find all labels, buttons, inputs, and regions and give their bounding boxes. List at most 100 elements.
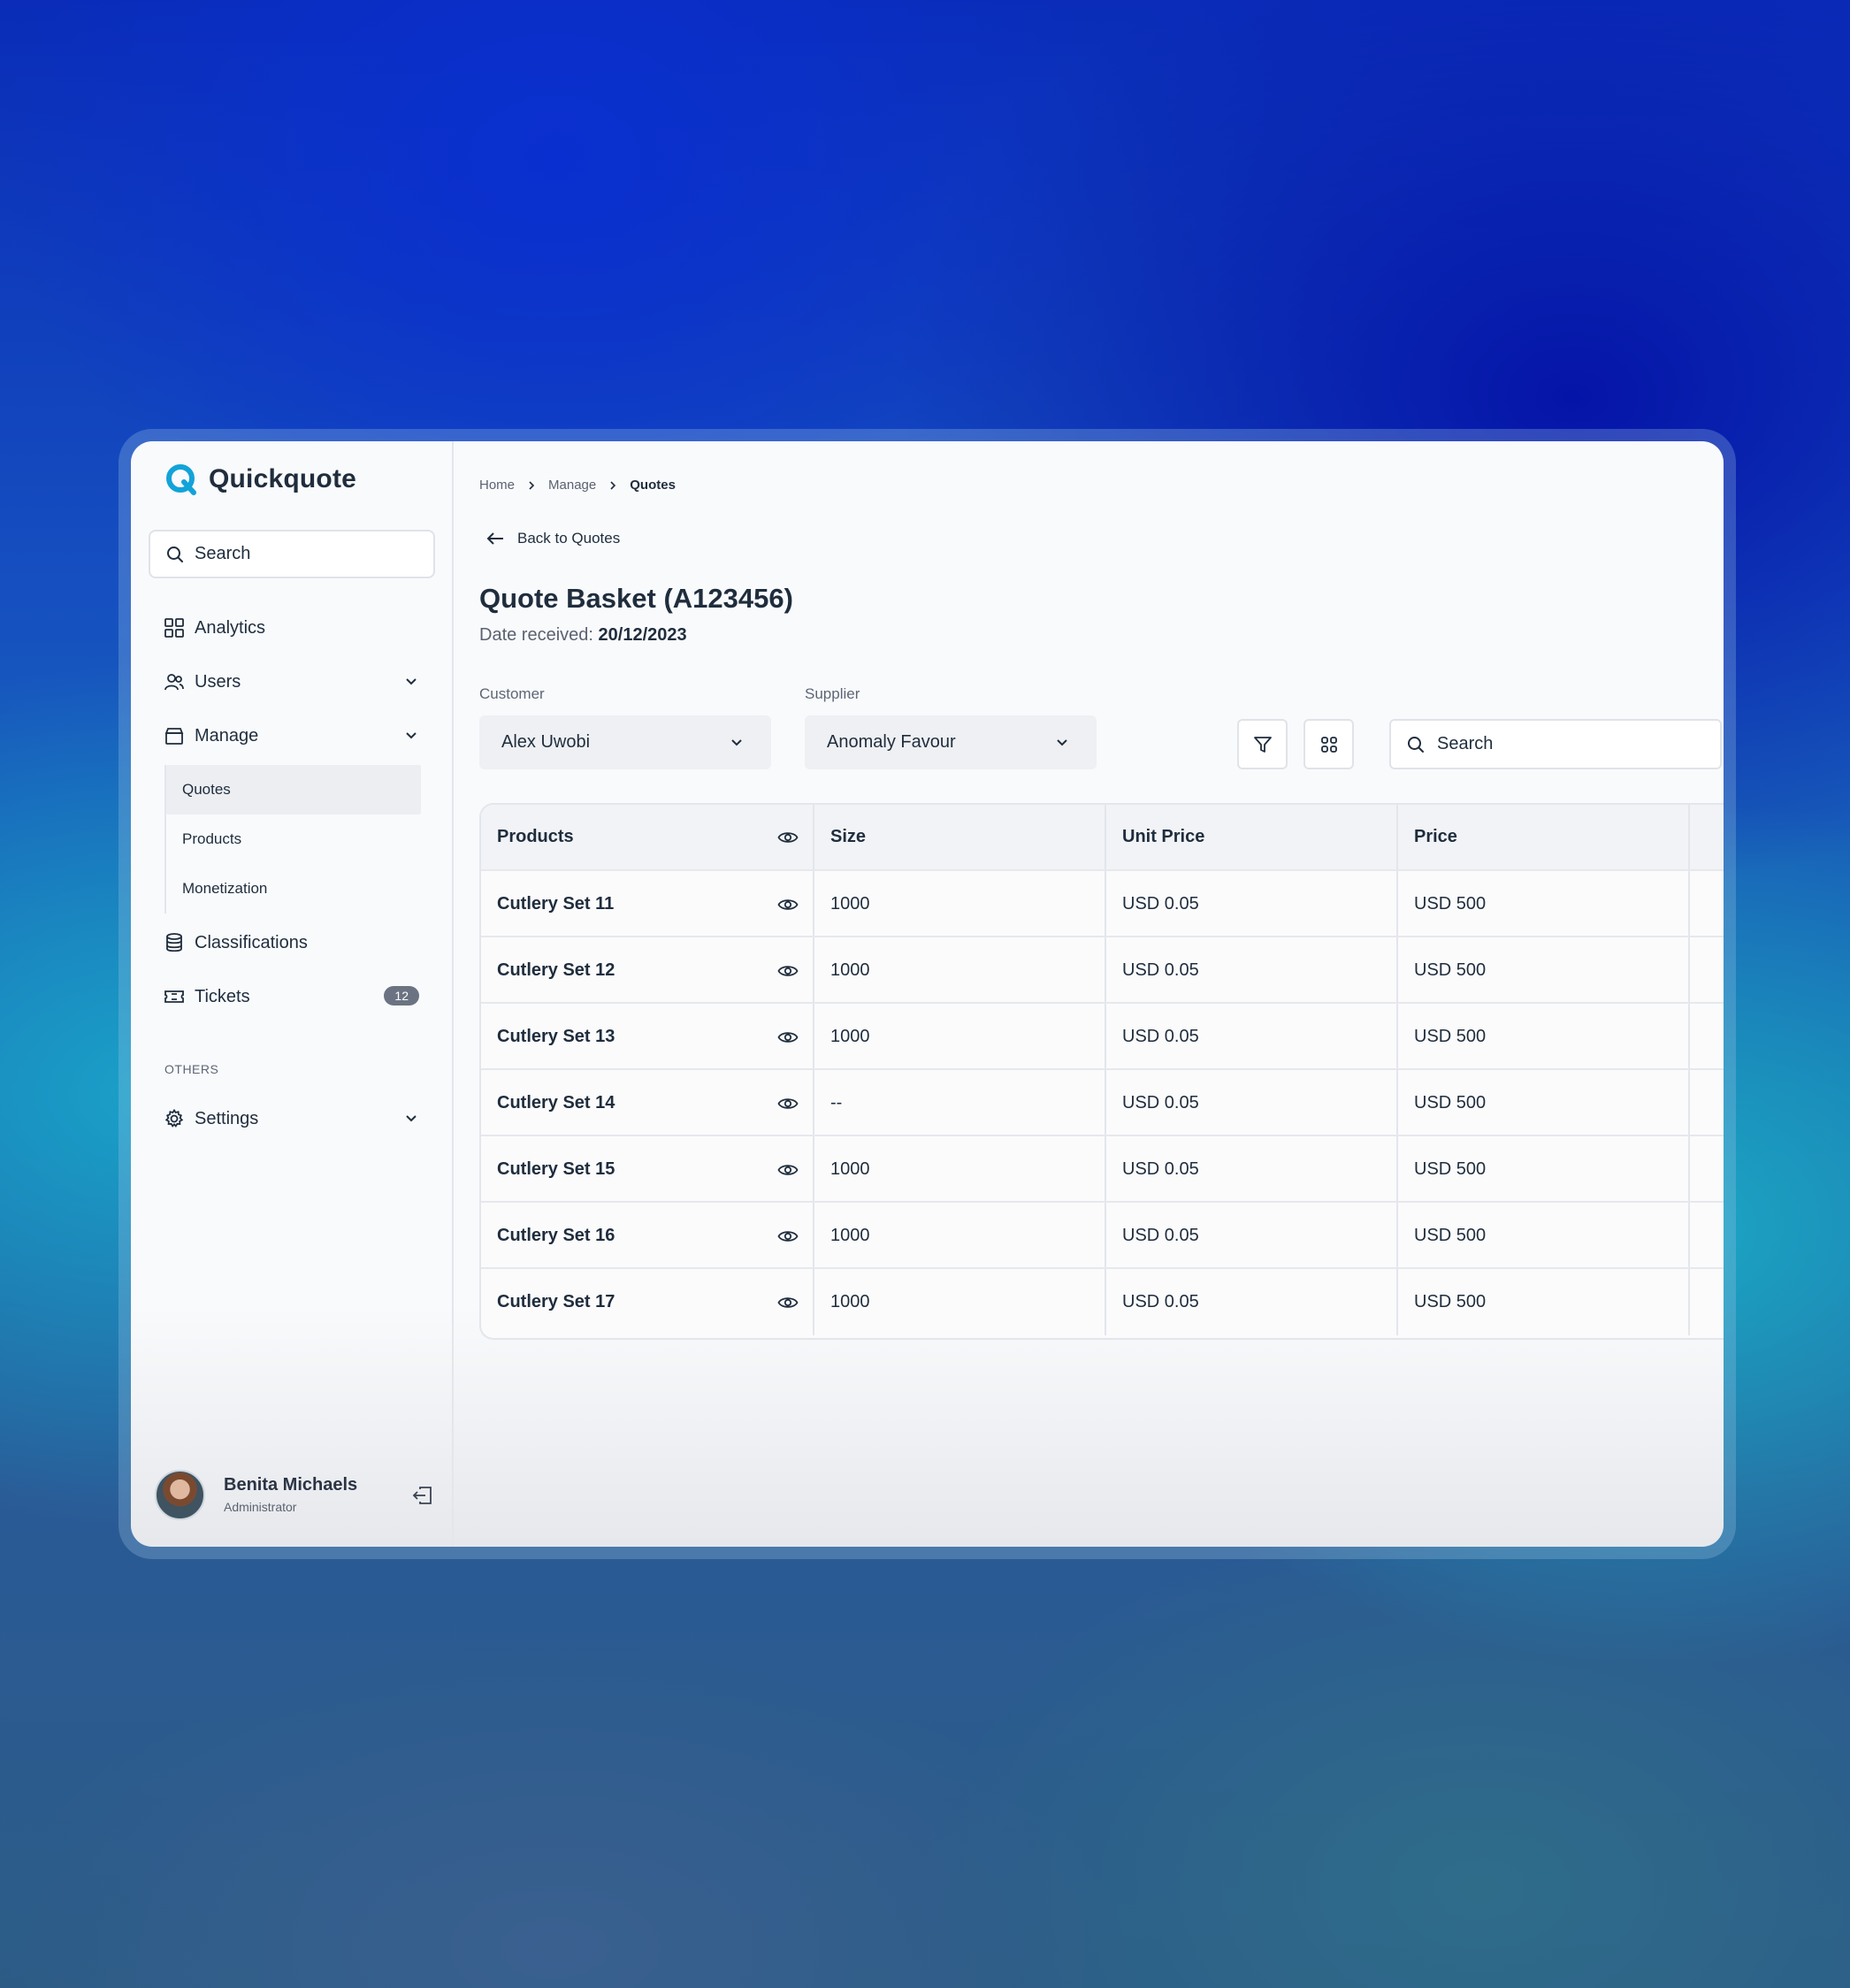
brand[interactable]: Quickquote xyxy=(164,463,356,496)
overflow-cell xyxy=(1688,1070,1724,1136)
page-title: Quote Basket (A123456) xyxy=(479,583,793,614)
size-cell: 1000 xyxy=(813,1004,1105,1070)
breadcrumb-home[interactable]: Home xyxy=(479,478,515,493)
sidebar-item-settings[interactable]: Settings xyxy=(164,1101,419,1136)
column-header-unit-price[interactable]: Unit Price xyxy=(1105,805,1396,869)
eye-icon[interactable] xyxy=(777,960,799,982)
breadcrumb-manage[interactable]: Manage xyxy=(548,478,596,493)
product-name[interactable]: Cutlery Set 15 xyxy=(497,1159,615,1180)
date-received-label: Date received: xyxy=(479,625,593,645)
user-profile: Benita Michaels Administrator xyxy=(155,1470,434,1523)
grid-view-button[interactable] xyxy=(1303,719,1354,769)
eye-icon[interactable] xyxy=(777,1093,799,1114)
product-cell: Cutlery Set 16 xyxy=(481,1203,813,1269)
column-header-products[interactable]: Products xyxy=(481,805,813,869)
table-row[interactable]: Cutlery Set 11 1000 USD 0.05 USD 500 xyxy=(481,869,1724,937)
eye-icon[interactable] xyxy=(777,1159,799,1181)
product-name[interactable]: Cutlery Set 13 xyxy=(497,1027,615,1047)
table-row[interactable]: Cutlery Set 14 -- USD 0.05 USD 500 xyxy=(481,1068,1724,1136)
sidebar-item-label: Classifications xyxy=(195,932,308,952)
supplier-value: Anomaly Favour xyxy=(827,732,956,752)
table-row[interactable]: Cutlery Set 13 1000 USD 0.05 USD 500 xyxy=(481,1002,1724,1070)
ticket-icon xyxy=(164,990,184,1003)
unit-price-cell: USD 0.05 xyxy=(1105,1004,1396,1070)
table-search-placeholder: Search xyxy=(1437,734,1494,753)
column-header-price[interactable]: Price xyxy=(1396,805,1688,869)
overflow-cell xyxy=(1688,1004,1724,1070)
table-row[interactable]: Cutlery Set 15 1000 USD 0.05 USD 500 xyxy=(481,1135,1724,1203)
eye-icon[interactable] xyxy=(777,894,799,915)
price-cell: USD 500 xyxy=(1396,1004,1688,1070)
product-name[interactable]: Cutlery Set 12 xyxy=(497,960,615,981)
customer-select[interactable]: Alex Uwobi xyxy=(479,715,771,769)
sidebar-item-label: Analytics xyxy=(195,617,266,638)
chevron-down-icon xyxy=(1057,739,1067,746)
sidebar-subitem-quotes[interactable]: Quotes xyxy=(166,765,421,814)
size-cell: -- xyxy=(813,1070,1105,1136)
logout-icon[interactable] xyxy=(411,1484,434,1507)
product-name[interactable]: Cutlery Set 14 xyxy=(497,1093,615,1113)
product-name[interactable]: Cutlery Set 16 xyxy=(497,1226,615,1246)
sidebar-item-label: Tickets xyxy=(195,986,250,1006)
chevron-right-icon xyxy=(610,480,616,490)
eye-icon[interactable] xyxy=(777,1226,799,1247)
table-row[interactable]: Cutlery Set 12 1000 USD 0.05 USD 500 xyxy=(481,936,1724,1004)
table-search-input[interactable]: Search xyxy=(1389,719,1722,769)
sidebar-item-manage[interactable]: Manage xyxy=(164,718,419,753)
back-label: Back to Quotes xyxy=(517,530,621,547)
product-name[interactable]: Cutlery Set 11 xyxy=(497,894,614,914)
eye-icon[interactable] xyxy=(777,827,799,848)
chevron-down-icon xyxy=(731,739,742,746)
sidebar-item-classifications[interactable]: Classifications xyxy=(164,925,419,960)
eye-icon[interactable] xyxy=(777,1292,799,1313)
sidebar-item-label: Settings xyxy=(195,1108,259,1128)
filter-icon xyxy=(1253,736,1272,753)
search-icon xyxy=(1408,736,1424,753)
supplier-select[interactable]: Anomaly Favour xyxy=(805,715,1097,769)
sidebar-item-analytics[interactable]: Analytics xyxy=(164,610,419,646)
back-to-quotes-link[interactable]: Back to Quotes xyxy=(485,530,620,547)
date-received: Date received: 20/12/2023 xyxy=(479,625,687,646)
manage-submenu: Quotes Products Monetization xyxy=(164,765,421,914)
sidebar-subitem-products[interactable]: Products xyxy=(166,814,421,864)
product-cell: Cutlery Set 12 xyxy=(481,937,813,1004)
avatar[interactable] xyxy=(155,1470,205,1520)
table-row[interactable]: Cutlery Set 17 1000 USD 0.05 USD 500 xyxy=(481,1267,1724,1335)
table-row[interactable]: Cutlery Set 16 1000 USD 0.05 USD 500 xyxy=(481,1201,1724,1269)
user-role: Administrator xyxy=(224,1500,297,1514)
app-window: Quickquote Search Analytics Users Manage… xyxy=(131,441,1724,1547)
sidebar-item-users[interactable]: Users xyxy=(164,664,419,700)
box-icon xyxy=(164,728,184,745)
quote-items-table: Products Size Unit Price Price Cutlery S… xyxy=(479,803,1724,1340)
overflow-cell xyxy=(1688,871,1724,937)
size-cell: 1000 xyxy=(813,871,1105,937)
search-icon xyxy=(167,546,183,562)
chevron-right-icon xyxy=(529,480,535,490)
main-content: Home Manage Quotes Back to Quotes Quote … xyxy=(454,441,1724,1547)
sidebar-search-input[interactable]: Search xyxy=(149,530,435,578)
size-cell: 1000 xyxy=(813,1269,1105,1335)
chevron-down-icon[interactable] xyxy=(403,673,419,689)
supplier-label: Supplier xyxy=(805,685,860,702)
overflow-cell xyxy=(1688,937,1724,1004)
product-name[interactable]: Cutlery Set 17 xyxy=(497,1292,615,1312)
eye-icon[interactable] xyxy=(777,1027,799,1048)
product-cell: Cutlery Set 11 xyxy=(481,871,813,937)
quickquote-logo-icon xyxy=(166,464,196,495)
size-cell: 1000 xyxy=(813,1136,1105,1203)
table-header-row: Products Size Unit Price Price xyxy=(481,805,1724,869)
unit-price-cell: USD 0.05 xyxy=(1105,1269,1396,1335)
size-cell: 1000 xyxy=(813,1203,1105,1269)
column-header-size[interactable]: Size xyxy=(813,805,1105,869)
filter-button[interactable] xyxy=(1237,719,1288,769)
unit-price-cell: USD 0.05 xyxy=(1105,1070,1396,1136)
user-name: Benita Michaels xyxy=(224,1475,358,1495)
product-cell: Cutlery Set 15 xyxy=(481,1136,813,1203)
breadcrumb: Home Manage Quotes xyxy=(479,478,676,493)
chevron-down-icon[interactable] xyxy=(403,727,419,743)
sidebar-item-tickets[interactable]: Tickets 12 xyxy=(164,979,419,1014)
sidebar-subitem-monetization[interactable]: Monetization xyxy=(166,864,421,914)
overflow-cell xyxy=(1688,1269,1724,1335)
price-cell: USD 500 xyxy=(1396,1070,1688,1136)
chevron-down-icon[interactable] xyxy=(403,1110,419,1126)
